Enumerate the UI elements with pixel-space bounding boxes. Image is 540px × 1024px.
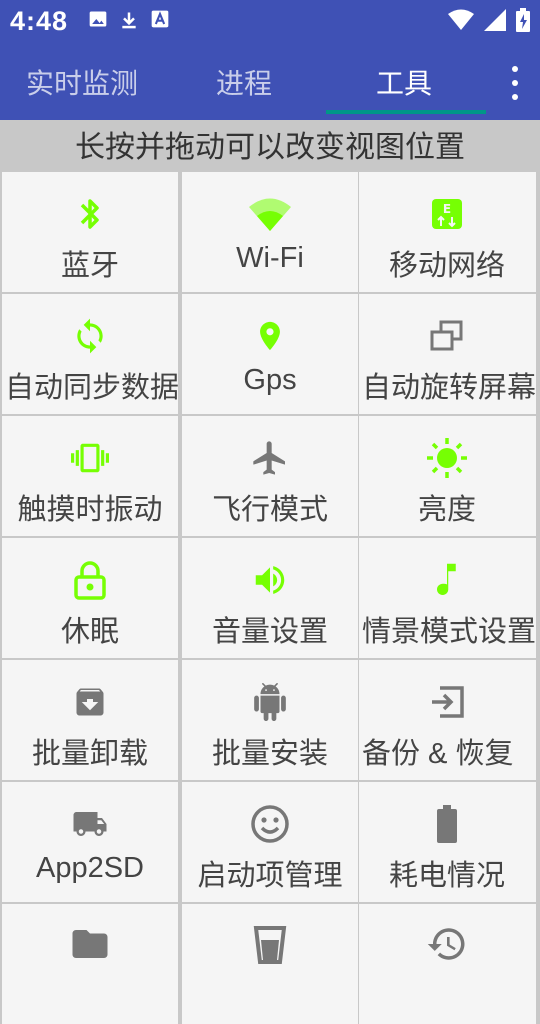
tool-label: 飞行模式 xyxy=(211,494,328,526)
tool-history[interactable] xyxy=(359,904,536,1024)
battery-full-icon xyxy=(359,802,535,846)
more-vert-icon[interactable] xyxy=(506,66,524,100)
tool-location-pin[interactable]: Gps xyxy=(182,294,358,414)
tool-wifi[interactable]: Wi-Fi xyxy=(182,172,358,292)
lock-icon xyxy=(2,558,178,602)
notification-icons xyxy=(88,9,170,31)
tool-volume[interactable]: 音量设置 xyxy=(182,538,358,658)
battery-icon xyxy=(516,8,530,32)
tool-music-note[interactable]: 情景模式设置 xyxy=(359,538,536,658)
tool-label: 批量卸载 xyxy=(31,738,148,770)
tool-lock[interactable]: 休眠 xyxy=(2,538,178,658)
tool-label: 自动旋转屏幕 xyxy=(362,372,536,404)
tool-import[interactable]: 备份 & 恢复 xyxy=(359,660,536,780)
archive-icon xyxy=(2,680,178,724)
folder-icon xyxy=(2,922,178,966)
tab-indicator xyxy=(326,110,486,114)
import-icon xyxy=(359,680,535,724)
wifi-icon xyxy=(182,192,358,236)
tool-label: 音量设置 xyxy=(211,616,328,648)
location-pin-icon xyxy=(182,314,358,358)
sync-icon xyxy=(2,314,178,358)
vibrate-icon xyxy=(2,436,178,480)
tool-truck[interactable]: App2SD xyxy=(2,782,178,902)
tool-label: 情景模式设置 xyxy=(362,616,536,648)
drag-hint: 长按并拖动可以改变视图位置 xyxy=(0,120,540,172)
tool-label: 亮度 xyxy=(417,494,476,526)
tool-bluetooth[interactable]: 蓝牙 xyxy=(2,172,178,292)
tab-tools[interactable]: 工具 xyxy=(376,62,432,102)
tool-smiley[interactable]: 启动项管理 xyxy=(182,782,358,902)
truck-icon xyxy=(2,802,178,846)
brightness-icon xyxy=(359,436,535,480)
tool-label: 耗电情况 xyxy=(388,860,505,892)
app-bar: 实时监测 进程 工具 xyxy=(0,44,540,120)
volume-icon xyxy=(182,558,358,602)
download-icon xyxy=(122,12,136,29)
tab-realtime-monitor[interactable]: 实时监测 xyxy=(26,62,138,102)
tool-label: 休眠 xyxy=(60,616,119,648)
tool-android[interactable]: 批量安装 xyxy=(182,660,358,780)
tool-brightness[interactable]: 亮度 xyxy=(359,416,536,536)
rotate-screen-icon xyxy=(359,314,535,358)
tool-label: 移动网络 xyxy=(388,250,505,282)
airplane-icon xyxy=(182,436,358,480)
history-icon xyxy=(359,922,535,966)
tool-battery-full[interactable]: 耗电情况 xyxy=(359,782,536,902)
tool-sync[interactable]: 自动同步数据 xyxy=(2,294,178,414)
tool-mobile-data[interactable]: E 移动网络 xyxy=(359,172,536,292)
tool-label: 蓝牙 xyxy=(60,250,119,282)
tool-archive[interactable]: 批量卸载 xyxy=(2,660,178,780)
system-icons xyxy=(448,8,530,32)
tool-cup[interactable] xyxy=(182,904,358,1024)
tool-rotate-screen[interactable]: 自动旋转屏幕 xyxy=(359,294,536,414)
music-note-icon xyxy=(359,558,535,602)
tool-label: 批量安装 xyxy=(211,738,328,770)
tool-label: App2SD xyxy=(35,852,144,884)
status-time: 4:48 xyxy=(10,6,69,36)
tool-folder[interactable] xyxy=(2,904,178,1024)
cup-icon xyxy=(182,922,358,966)
svg-text:E: E xyxy=(443,202,451,216)
font-a-icon xyxy=(151,10,169,28)
wifi-icon xyxy=(448,9,474,30)
tool-label: 自动同步数据 xyxy=(5,372,178,404)
bluetooth-icon xyxy=(2,192,178,236)
signal-icon xyxy=(484,9,506,31)
tool-airplane[interactable]: 飞行模式 xyxy=(182,416,358,536)
android-icon xyxy=(182,680,358,724)
tool-label: 启动项管理 xyxy=(197,860,343,892)
tool-label: Wi-Fi xyxy=(236,242,304,274)
tool-label: Gps xyxy=(243,364,297,396)
tab-processes[interactable]: 进程 xyxy=(216,62,272,102)
image-icon xyxy=(89,11,107,27)
tool-label: 触摸时振动 xyxy=(17,494,163,526)
smiley-icon xyxy=(182,802,358,846)
tool-vibrate[interactable]: 触摸时振动 xyxy=(2,416,178,536)
status-bar: 4:48 xyxy=(0,0,540,44)
mobile-data-icon: E xyxy=(359,192,535,236)
tool-label: 备份 & 恢复 xyxy=(362,738,514,770)
